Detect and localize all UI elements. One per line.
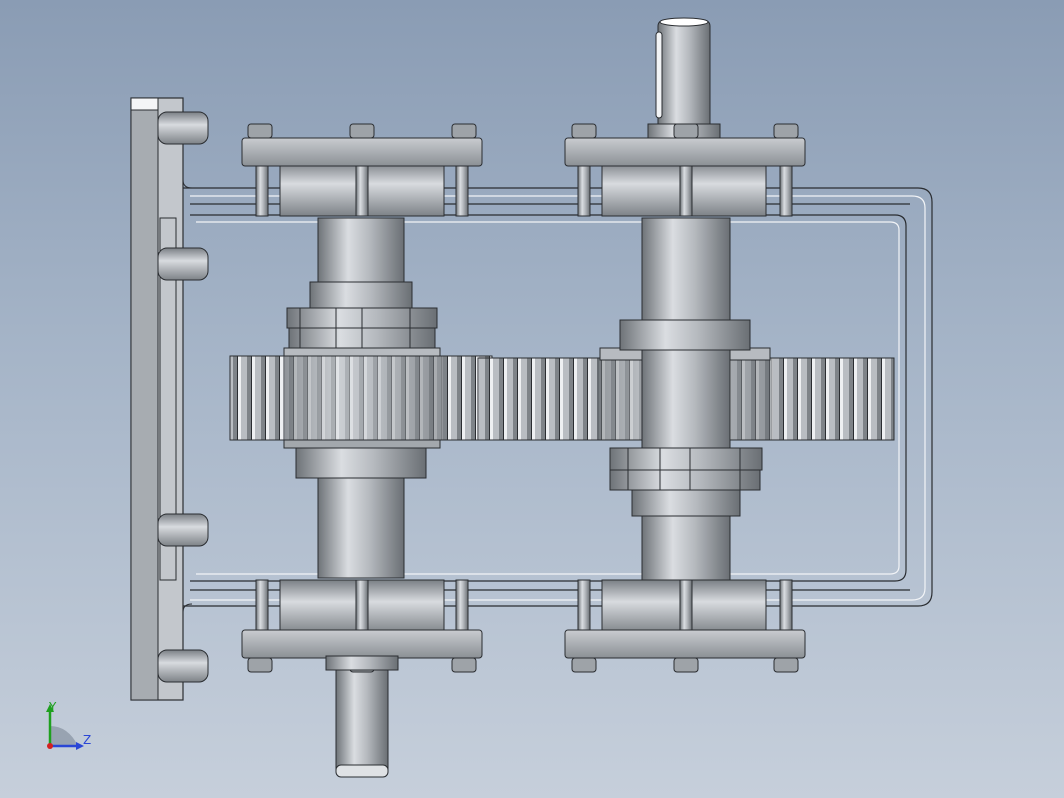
bearing-cap-bottom-right[interactable] — [564, 579, 806, 673]
origin-dot — [47, 743, 53, 749]
z-axis-label: Z — [83, 733, 91, 747]
output-shaft[interactable] — [619, 17, 751, 581]
gearbox-assembly-model[interactable] — [0, 0, 1064, 798]
bearing-cap-top-left[interactable] — [241, 123, 483, 217]
output-shaft-bearing[interactable] — [609, 447, 763, 491]
end-cover-plate[interactable] — [130, 97, 193, 701]
bearing-cap-bottom-left[interactable] — [241, 579, 483, 673]
cad-graphics-viewport[interactable]: Y Z — [0, 0, 1064, 798]
y-axis-label: Y — [48, 700, 57, 714]
axis-triad: Y Z — [40, 696, 100, 756]
bearing-cap-top-right[interactable] — [564, 123, 806, 217]
input-shaft-bearing[interactable] — [283, 307, 441, 359]
pinion-gear[interactable] — [229, 355, 493, 449]
input-shaft[interactable] — [295, 217, 427, 778]
triad-xy-plane — [50, 726, 78, 746]
